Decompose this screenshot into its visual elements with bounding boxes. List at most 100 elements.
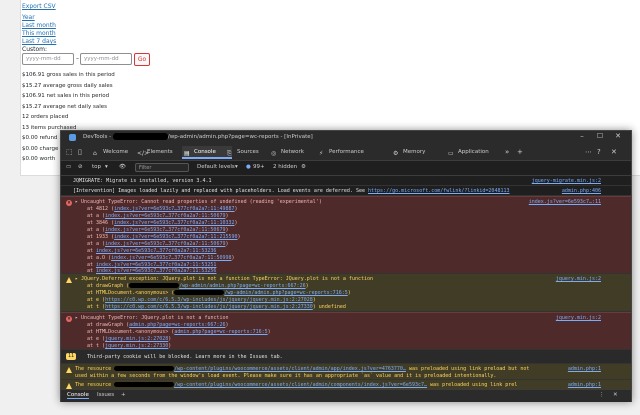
error-head[interactable]: ▸ Uncaught TypeError: JQuery.plot is not… — [75, 315, 229, 321]
resource-link[interactable]: /wp-content/plugins/woocommerce/assets/c… — [174, 382, 427, 388]
frame-link[interactable]: index.js?ver=6e593c7…377cf0a2a7:11:53236 — [96, 248, 216, 254]
frame-link[interactable]: jquery.min.js:2:27330 — [105, 343, 168, 349]
sources-icon: ⎘ — [227, 150, 232, 157]
source-link[interactable]: admin.php:1 — [568, 382, 601, 388]
frame-prefix: at e ( — [87, 336, 106, 342]
warning-message: The resource /wp-content/plugins/woocomm… — [61, 380, 631, 389]
console-toolbar: ▭ ⊘ top ▾ 👁 Filter Default levels ▾ ● 99… — [61, 161, 631, 176]
dock-icon[interactable]: ⋮ — [599, 392, 605, 398]
frame-link[interactable]: index.js?ver=6e593c7…377cf0a2a7:11:50679 — [105, 241, 225, 247]
welcome-icon: ⌂ — [93, 150, 97, 157]
title-suffix: /wp-admin/admin.php?page=wc-reports - [I… — [167, 134, 313, 140]
add-drawer-tab-icon[interactable]: + — [121, 392, 126, 398]
sidebar-toggle-icon[interactable]: ▭ — [66, 164, 71, 170]
close-icon[interactable]: ✕ — [611, 132, 625, 140]
frame-link[interactable]: admin.php?page=wc-reports:716:5 — [174, 329, 267, 335]
frame-link[interactable]: index.js?ver=6e593c7…377cf0a2a7:11:49887 — [114, 206, 234, 212]
source-link[interactable]: admin.php:406 — [562, 188, 601, 194]
filter-input[interactable]: Filter — [135, 163, 189, 172]
more-tabs-icon[interactable]: » — [505, 148, 509, 156]
frame-link[interactable]: index.js?ver=6e593c7…377cf0a2a7:11:50679 — [105, 213, 225, 219]
tab-label: Elements — [147, 149, 173, 155]
clear-console-icon[interactable]: ⊘ — [78, 164, 83, 170]
console-icon: ▤ — [184, 150, 190, 157]
log-levels-dropdown[interactable]: Default levels — [197, 164, 235, 170]
drawer-tab-console[interactable]: Console — [67, 392, 89, 399]
range-this-month-link[interactable]: This month — [22, 30, 56, 37]
inspect-icon[interactable]: ⬚ — [66, 148, 73, 156]
frame-link[interactable]: /wp-admin/admin.php?page=wc-reports:667:… — [179, 283, 305, 289]
tab-memory[interactable]: ⚙ Memory — [391, 146, 447, 158]
range-last-7-days-link[interactable]: Last 7 days — [22, 38, 56, 45]
minimize-icon[interactable]: – — [575, 132, 589, 140]
range-year-link[interactable]: Year — [22, 14, 35, 21]
go-button[interactable]: Go — [134, 53, 150, 66]
device-emulation-icon[interactable]: ▯ — [78, 148, 82, 156]
warning-head[interactable]: ▸ JQuery.Deferred exception: JQuery.plot… — [75, 276, 373, 282]
frame-link[interactable]: admin.php?page=wc-reports:667:26 — [129, 322, 225, 328]
source-link[interactable]: jquery-migrate.min.js:2 — [532, 178, 601, 184]
maximize-icon[interactable]: ☐ — [593, 132, 607, 140]
range-last-month-link[interactable]: Last month — [22, 22, 56, 29]
source-link[interactable]: index.js?ver=6e593c7…:11 — [529, 199, 601, 205]
context-selector[interactable]: top — [92, 164, 101, 170]
start-date-input[interactable]: yyyy-mm-dd — [22, 53, 74, 65]
tab-label: Performance — [329, 149, 364, 155]
frame-prefix: at HTMLDocument.<anonymous> ( — [87, 329, 175, 335]
log-text: JQMIGRATE: Migrate is installed, version… — [73, 178, 212, 184]
frame-link[interactable]: index.js?ver=6e593c7…377cf0a2a7:11:50998 — [111, 255, 231, 261]
source-link[interactable]: admin.php:1 — [568, 366, 601, 372]
more-options-icon[interactable]: ⋯ — [585, 148, 592, 156]
stack-frame: at a.O (index.js?ver=6e593c7…377cf0a2a7:… — [87, 255, 235, 261]
warning-text: The resource /wp-content/plugins/woocomm… — [75, 382, 517, 388]
frame-link[interactable]: index.js?ver=6e593c7…377cf0a2a7:11:21559… — [114, 234, 237, 240]
frame-link[interactable]: /wp-admin/admin.php?page=wc-reports:716:… — [224, 290, 347, 296]
frame-link[interactable]: https://c0.wp.com/c/6.5.3/wp-includes/js… — [105, 304, 313, 310]
export-csv-link[interactable]: Export CSV — [22, 3, 56, 10]
error-icon: × — [66, 200, 72, 206]
source-link[interactable]: jquery.min.js:2 — [556, 276, 601, 282]
close-devtools-icon[interactable]: ✕ — [611, 148, 617, 156]
devtools-app-icon — [69, 134, 76, 141]
frame-link[interactable]: index.js?ver=6e593c7…377cf0a2a7:11:10332 — [114, 220, 234, 226]
tab-label: Application — [458, 149, 489, 155]
frame-prefix: at a ( — [87, 227, 106, 233]
settings-gear-icon[interactable]: ⚙ — [301, 164, 306, 170]
tab-performance[interactable]: ⚡ Performance — [317, 146, 391, 158]
drawer-tab-issues[interactable]: Issues — [97, 392, 114, 398]
resource-link[interactable]: /wp-content/plugins/woocommerce/assets/c… — [174, 366, 406, 372]
frame-prefix: at drawGraph ( — [87, 322, 130, 328]
log-message: JQMIGRATE: Migrate is installed, version… — [61, 176, 631, 186]
frame-suffix: ) — [237, 234, 241, 240]
devtools-titlebar: DevTools - /wp-admin/admin.php?page=wc-r… — [61, 131, 631, 144]
stack-frame: at index.js?ver=6e593c7…377cf0a2a7:11:53… — [87, 248, 216, 254]
redacted-url — [114, 366, 175, 371]
frame-link[interactable]: https://c0.wp.com/c/6.5.3/wp-includes/js… — [105, 297, 313, 303]
issue-message: 11 Third-party cookie will be blocked. L… — [61, 350, 631, 364]
stack-frame: at a (index.js?ver=6e593c7…377cf0a2a7:11… — [87, 213, 229, 219]
frame-suffix: ) — [234, 206, 238, 212]
stack-frame: at drawGraph (admin.php?page=wc-reports:… — [87, 322, 229, 328]
issues-badge[interactable]: 11 — [66, 353, 77, 360]
add-tab-icon[interactable]: + — [517, 148, 523, 156]
stack-frame: at 1933 (index.js?ver=6e593c7…377cf0a2a7… — [87, 234, 241, 240]
close-drawer-icon[interactable]: ✕ — [613, 392, 618, 398]
frame-suffix: ) — [234, 220, 238, 226]
error-head[interactable]: ▸ Uncaught TypeError: Cannot read proper… — [75, 199, 322, 205]
source-link[interactable]: jquery.min.js:2 — [556, 315, 601, 321]
help-icon[interactable]: ? — [597, 148, 601, 156]
frame-link[interactable]: jquery.min.js:2:27028 — [105, 336, 168, 342]
tab-elements[interactable]: </> Elements — [135, 146, 189, 158]
stat-orders: 12 orders placed — [22, 114, 69, 120]
devtools-title: DevTools - /wp-admin/admin.php?page=wc-r… — [83, 133, 313, 140]
chevron-down-icon[interactable]: ▾ — [105, 164, 108, 170]
live-expression-icon[interactable]: 👁 — [119, 164, 126, 170]
intervention-link[interactable]: https://go.microsoft.com/fwlink/?linkid=… — [368, 188, 509, 194]
frame-link[interactable]: index.js?ver=6e593c7…377cf0a2a7:11:50679 — [105, 227, 225, 233]
tab-application[interactable]: ▭ Application — [446, 146, 514, 158]
issues-count[interactable]: 99+ — [253, 164, 265, 170]
stack-frame: at drawGraph (/wp-admin/admin.php?page=w… — [87, 283, 309, 289]
error-message: × ▸ Uncaught TypeError: JQuery.plot is n… — [61, 312, 631, 350]
date-separator: – — [76, 55, 79, 62]
end-date-input[interactable]: yyyy-mm-dd — [80, 53, 132, 65]
